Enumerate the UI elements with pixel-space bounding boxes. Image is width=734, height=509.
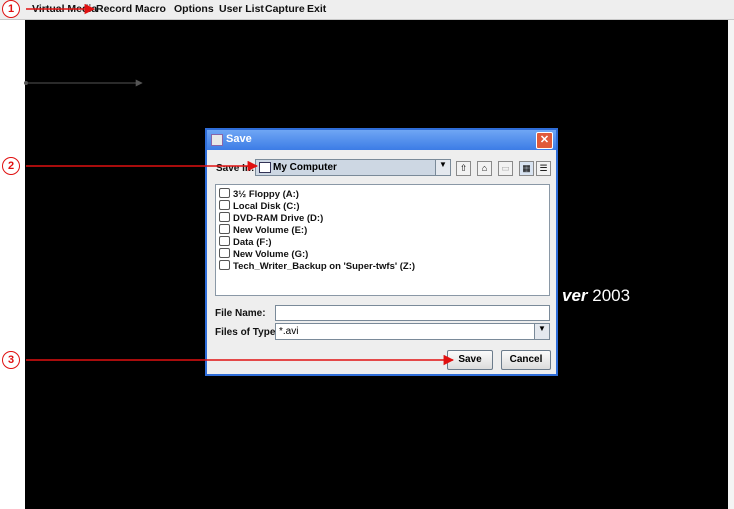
callout-1: 1 xyxy=(2,0,20,18)
callout-2: 2 xyxy=(2,157,20,175)
callout-3: 3 xyxy=(2,351,20,369)
annotation-arrows xyxy=(24,3,455,366)
